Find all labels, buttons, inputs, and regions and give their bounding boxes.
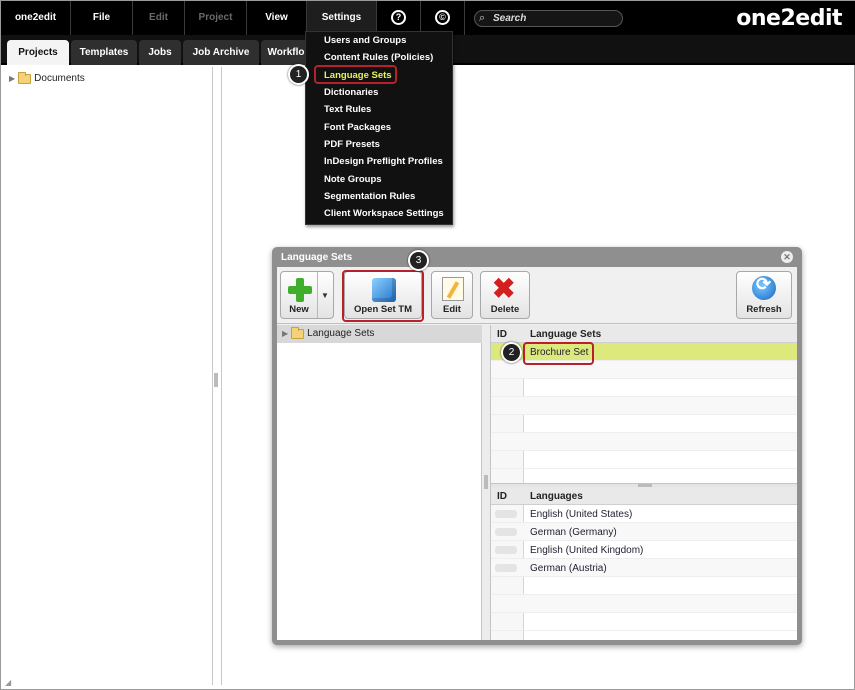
tab-job-archive[interactable]: Job Archive xyxy=(183,40,259,65)
table-header: ID Languages xyxy=(491,487,797,505)
table-row-empty xyxy=(491,397,797,415)
table-row-empty xyxy=(491,595,797,613)
menu-item-font-packages[interactable]: Font Packages xyxy=(306,119,454,136)
menu-item-client-workspace[interactable]: Client Workspace Settings xyxy=(306,205,454,222)
table-row-empty xyxy=(491,577,797,595)
table-row-empty xyxy=(491,379,797,397)
expand-arrow-icon[interactable]: ▶ xyxy=(282,329,288,338)
edit-icon xyxy=(442,277,464,301)
tab-workflow[interactable]: Workflo xyxy=(261,40,311,65)
splitter-grip[interactable] xyxy=(484,475,488,489)
table-row[interactable]: German (Austria) xyxy=(491,559,797,577)
refresh-label: Refresh xyxy=(746,304,782,315)
delete-button[interactable]: ✖ Delete xyxy=(480,271,530,319)
search-icon: ⌕ xyxy=(479,12,486,24)
panel-divider[interactable] xyxy=(212,67,213,685)
panel-divider-right[interactable] xyxy=(221,67,222,685)
dialog-body: ▼ New Open Set TM Edit ✖ Delete Ref xyxy=(277,267,797,640)
refresh-icon xyxy=(752,274,776,300)
menu-item-note-groups[interactable]: Note Groups xyxy=(306,171,454,188)
folder-icon xyxy=(18,71,32,84)
tab-projects[interactable]: Projects xyxy=(7,40,69,65)
tree-item-language-sets[interactable]: ▶ Language Sets xyxy=(282,326,375,339)
id-column-header[interactable]: ID xyxy=(497,329,507,340)
splitter-grip[interactable] xyxy=(214,373,218,387)
language-cell: German (Austria) xyxy=(530,563,607,574)
table-row[interactable]: English (United States) xyxy=(491,505,797,523)
callout-step-3: 3 xyxy=(408,250,429,271)
id-column-header[interactable]: ID xyxy=(497,491,507,502)
tree-item-documents[interactable]: ▶ Documents xyxy=(9,71,85,84)
tab-jobs[interactable]: Jobs xyxy=(139,40,181,65)
table-row-empty xyxy=(491,613,797,631)
menubar: one2edit File Edit Project View Settings… xyxy=(1,1,855,35)
dialog-title: Language Sets xyxy=(281,252,353,263)
table-row-empty xyxy=(491,433,797,451)
menu-project[interactable]: Project xyxy=(185,1,247,35)
blurred-id xyxy=(495,510,517,518)
brand-logo: one2edit xyxy=(736,6,842,31)
copyright-icon: © xyxy=(435,9,450,25)
help-icon: ? xyxy=(391,9,406,25)
table-row-empty xyxy=(491,415,797,433)
help-button[interactable]: ? xyxy=(377,1,421,35)
table-row-empty xyxy=(491,451,797,469)
menu-app[interactable]: one2edit xyxy=(1,1,71,35)
menu-item-users-and-groups[interactable]: Users and Groups xyxy=(306,32,454,49)
delete-x-icon: ✖ xyxy=(492,273,516,304)
copyright-button[interactable]: © xyxy=(421,1,465,35)
tree-item-label: Language Sets xyxy=(307,328,375,339)
highlight-open-set-tm xyxy=(342,270,424,322)
split-divider xyxy=(317,272,318,318)
menu-file[interactable]: File xyxy=(71,1,133,35)
menu-item-dictionaries[interactable]: Dictionaries xyxy=(306,84,454,101)
language-cell: English (United States) xyxy=(530,509,633,520)
callout-step-2: 2 xyxy=(501,342,522,363)
blurred-id xyxy=(495,528,517,536)
tree-item-label: Documents xyxy=(34,73,85,84)
app-window: one2edit File Edit Project View Settings… xyxy=(0,0,855,690)
blurred-id xyxy=(495,564,517,572)
callout-step-1: 1 xyxy=(288,64,309,85)
document-tree: ▶ Documents xyxy=(9,71,85,84)
highlight-language-sets xyxy=(314,65,397,84)
table-header: ID Language Sets xyxy=(491,325,797,343)
menu-item-pdf-presets[interactable]: PDF Presets xyxy=(306,136,454,153)
tree-selected-row[interactable]: ▶ Language Sets xyxy=(277,325,482,343)
menu-item-indesign-preflight[interactable]: InDesign Preflight Profiles xyxy=(306,153,454,170)
blurred-id xyxy=(495,546,517,554)
language-cell: English (United Kingdom) xyxy=(530,545,644,556)
menu-view[interactable]: View xyxy=(247,1,307,35)
menu-item-segmentation-rules[interactable]: Segmentation Rules xyxy=(306,188,454,205)
table-row[interactable]: English (United Kingdom) xyxy=(491,541,797,559)
refresh-button[interactable]: Refresh xyxy=(736,271,792,319)
close-icon[interactable]: ✕ xyxy=(781,251,793,263)
delete-label: Delete xyxy=(490,304,520,315)
plus-icon xyxy=(288,278,312,302)
menu-edit[interactable]: Edit xyxy=(133,1,185,35)
new-button[interactable]: ▼ New xyxy=(280,271,334,319)
edit-button[interactable]: Edit xyxy=(431,271,473,319)
tab-templates[interactable]: Templates xyxy=(71,40,137,65)
language-sets-tree: ▶ Language Sets xyxy=(277,325,482,640)
menu-item-content-rules[interactable]: Content Rules (Policies) xyxy=(306,49,454,66)
expand-arrow-icon[interactable]: ▶ xyxy=(9,74,15,83)
menu-item-text-rules[interactable]: Text Rules xyxy=(306,101,454,118)
folder-icon xyxy=(291,326,305,339)
settings-dropdown-menu: Users and Groups Content Rules (Policies… xyxy=(305,31,453,225)
edit-label: Edit xyxy=(443,304,461,315)
languages-table: ID Languages English (United States) Ger… xyxy=(491,487,797,640)
pane-splitter[interactable] xyxy=(482,325,491,640)
search-input[interactable]: ⌕ Search xyxy=(474,10,623,27)
table-row[interactable]: German (Germany) xyxy=(491,523,797,541)
languages-column-header[interactable]: Languages xyxy=(530,491,583,502)
language-cell: German (Germany) xyxy=(530,527,617,538)
highlight-brochure-set xyxy=(523,342,594,365)
resize-corner-icon[interactable]: ◢ xyxy=(5,678,11,687)
name-column-header[interactable]: Language Sets xyxy=(530,329,601,340)
search-placeholder: Search xyxy=(493,13,527,24)
new-button-label: New xyxy=(289,304,309,315)
chevron-down-icon[interactable]: ▼ xyxy=(321,291,329,300)
menu-settings[interactable]: Settings xyxy=(307,1,377,35)
